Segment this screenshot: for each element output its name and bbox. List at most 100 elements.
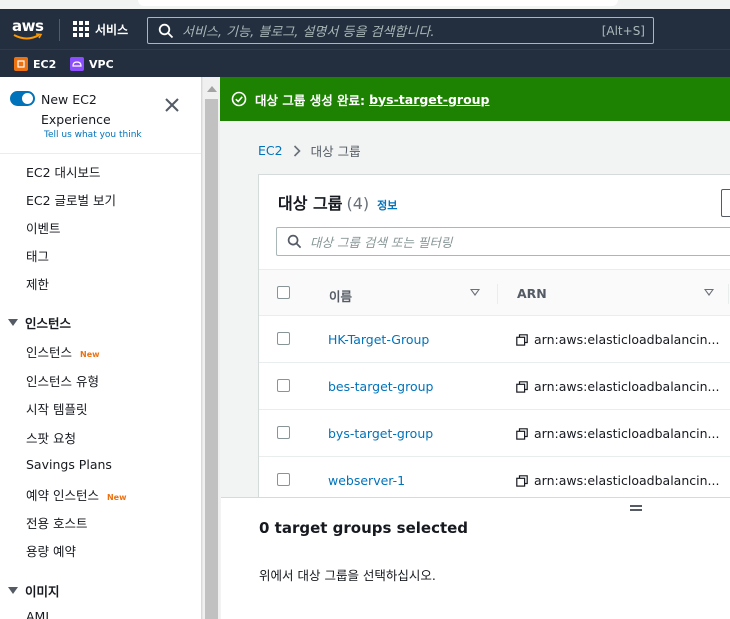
feedback-link[interactable]: Tell us what you think [44,130,142,140]
new-badge: New [106,493,127,502]
target-groups-table-card: 대상 그룹 (4) 정보 대상 그룹 검색 또는 필터링 이름 ARN HK-Tar… [258,174,730,504]
sidebar-scrollbar[interactable] [202,77,220,619]
new-experience-toggle-row [10,91,35,106]
search-icon [158,23,174,38]
sidebar-item-instances-label: 인스턴스 [26,345,73,360]
row-checkbox[interactable] [277,473,290,486]
sidebar-item-ami[interactable]: AMI [26,609,49,619]
row-checkbox[interactable] [277,426,290,439]
table-filter-input[interactable]: 대상 그룹 검색 또는 필터링 [276,227,730,256]
sidebar: New EC2 Experience Tell us what you thin… [0,77,202,619]
search-icon [287,234,302,249]
sidebar-item-limits[interactable]: 제한 [26,274,49,293]
sidebar-item-launch-templates[interactable]: 시작 템플릿 [26,399,87,418]
browser-top-strip [0,0,730,9]
new-badge: New [80,350,100,359]
details-split-panel: 0 target groups selected 위에서 대상 그룹을 선택하십… [221,497,730,619]
navbar-divider [59,19,60,41]
flash-message: 대상 그룹 생성 완료: [255,92,366,108]
target-group-arn-text: arn:aws:elasticloadbalancin... [534,473,720,488]
target-group-name-link[interactable]: HK-Target-Group [328,332,429,347]
copy-icon[interactable] [516,333,528,346]
breadcrumb-ec2-link[interactable]: EC2 [258,143,283,158]
sidebar-divider [0,153,201,154]
table-row[interactable]: bes-target-group arn:aws:elasticloadbala… [259,363,730,410]
caret-down-icon [8,587,18,594]
actions-button[interactable] [721,189,730,217]
table-count: (4) [346,194,370,213]
target-group-name-link[interactable]: bys-target-group [328,426,433,441]
sidebar-item-tags[interactable]: 태그 [26,246,49,265]
favorite-vpc[interactable]: VPC [70,55,114,73]
details-panel-hint: 위에서 대상 그룹을 선택하십시오. [259,568,436,583]
sidebar-item-savings-plans[interactable]: Savings Plans [26,457,112,472]
favorite-ec2-label: EC2 [33,57,57,71]
info-link[interactable]: 정보 [377,199,397,212]
select-all-checkbox[interactable] [277,286,290,299]
table-title: 대상 그룹 (4) 정보 [278,190,397,214]
global-search-box[interactable]: 서비스, 기능, 블로그, 설명서 등을 검색합니다. [Alt+S] [147,17,654,44]
sort-caret-icon[interactable] [470,289,480,296]
table-row[interactable]: HK-Target-Group arn:aws:elasticloadbalan… [259,316,730,363]
target-group-name-link[interactable]: webserver-1 [328,473,405,488]
sidebar-section-images[interactable]: 이미지 [8,581,60,600]
target-group-arn-text: arn:aws:elasticloadbalancin... [534,332,720,347]
row-checkbox[interactable] [277,332,290,345]
target-group-name-link[interactable]: bes-target-group [328,379,433,394]
column-divider [728,284,729,304]
sidebar-item-reserved-instances-label: 예약 인스턴스 [26,488,99,503]
success-flash-banner: 대상 그룹 생성 완료: bys-target-group [220,77,730,121]
target-group-arn: arn:aws:elasticloadbalancin... [516,473,719,488]
copy-icon[interactable] [516,427,528,440]
filter-placeholder: 대상 그룹 검색 또는 필터링 [310,235,453,250]
sidebar-item-events[interactable]: 이벤트 [26,218,61,237]
vpc-service-icon [70,57,84,71]
table-row[interactable]: bys-target-group arn:aws:elasticloadbala… [259,410,730,457]
aws-logo[interactable]: aws [12,17,46,43]
sort-caret-icon[interactable] [704,289,714,296]
sidebar-item-instances[interactable]: 인스턴스 New [26,342,100,361]
browser-tab-edge [138,0,618,6]
success-check-icon [231,91,247,107]
ec2-service-icon [14,57,28,71]
sidebar-section-instances[interactable]: 인스턴스 [8,313,71,332]
sidebar-item-capacity-reservations[interactable]: 용량 예약 [26,541,76,560]
column-header-arn[interactable]: ARN [517,286,547,301]
column-divider [497,284,498,304]
new-experience-toggle[interactable] [10,91,35,106]
row-checkbox[interactable] [277,379,290,392]
sidebar-item-ec2-global-view[interactable]: EC2 글로벌 보기 [26,190,116,209]
new-experience-label: New EC2 Experience [41,92,111,127]
target-group-arn-text: arn:aws:elasticloadbalancin... [534,379,720,394]
close-icon[interactable] [164,97,180,113]
target-group-arn: arn:aws:elasticloadbalancin... [516,332,719,347]
target-group-arn: arn:aws:elasticloadbalancin... [516,379,719,394]
scroll-up-arrow-icon[interactable] [207,86,217,92]
sidebar-item-reserved-instances[interactable]: 예약 인스턴스 New [26,485,127,504]
details-panel-title: 0 target groups selected [259,519,469,537]
sidebar-item-ec2-dashboard[interactable]: EC2 대시보드 [26,162,101,181]
sidebar-item-instance-types[interactable]: 인스턴스 유형 [26,371,99,390]
column-header-name[interactable]: 이름 [329,286,352,305]
sidebar-item-spot-requests[interactable]: 스팟 요청 [26,428,76,447]
favorite-vpc-label: VPC [89,57,114,71]
search-shortcut-hint: [Alt+S] [601,23,645,38]
flash-target-group-link[interactable]: bys-target-group [369,92,489,107]
grid-menu-icon [73,21,89,37]
aws-top-navbar: aws 서비스 서비스, 기능, 블로그, 설명서 등을 검색합니다. [Alt… [0,9,730,49]
favorite-ec2[interactable]: EC2 [14,55,56,73]
aws-smile-icon [13,33,43,40]
services-menu-button[interactable]: 서비스 [73,17,128,41]
caret-down-icon [8,319,18,326]
breadcrumb: EC2 대상 그룹 [258,141,361,160]
resize-handle-icon[interactable] [630,505,642,511]
copy-icon[interactable] [516,380,528,393]
sidebar-item-dedicated-hosts[interactable]: 전용 호스트 [26,513,87,532]
services-label: 서비스 [95,22,129,37]
favorites-bar: EC2 VPC [0,49,730,77]
target-group-arn: arn:aws:elasticloadbalancin... [516,426,719,441]
scrollbar-thumb[interactable] [205,99,218,619]
copy-icon[interactable] [516,474,528,487]
table-title-text: 대상 그룹 [278,194,343,213]
target-group-arn-text: arn:aws:elasticloadbalancin... [534,426,720,441]
